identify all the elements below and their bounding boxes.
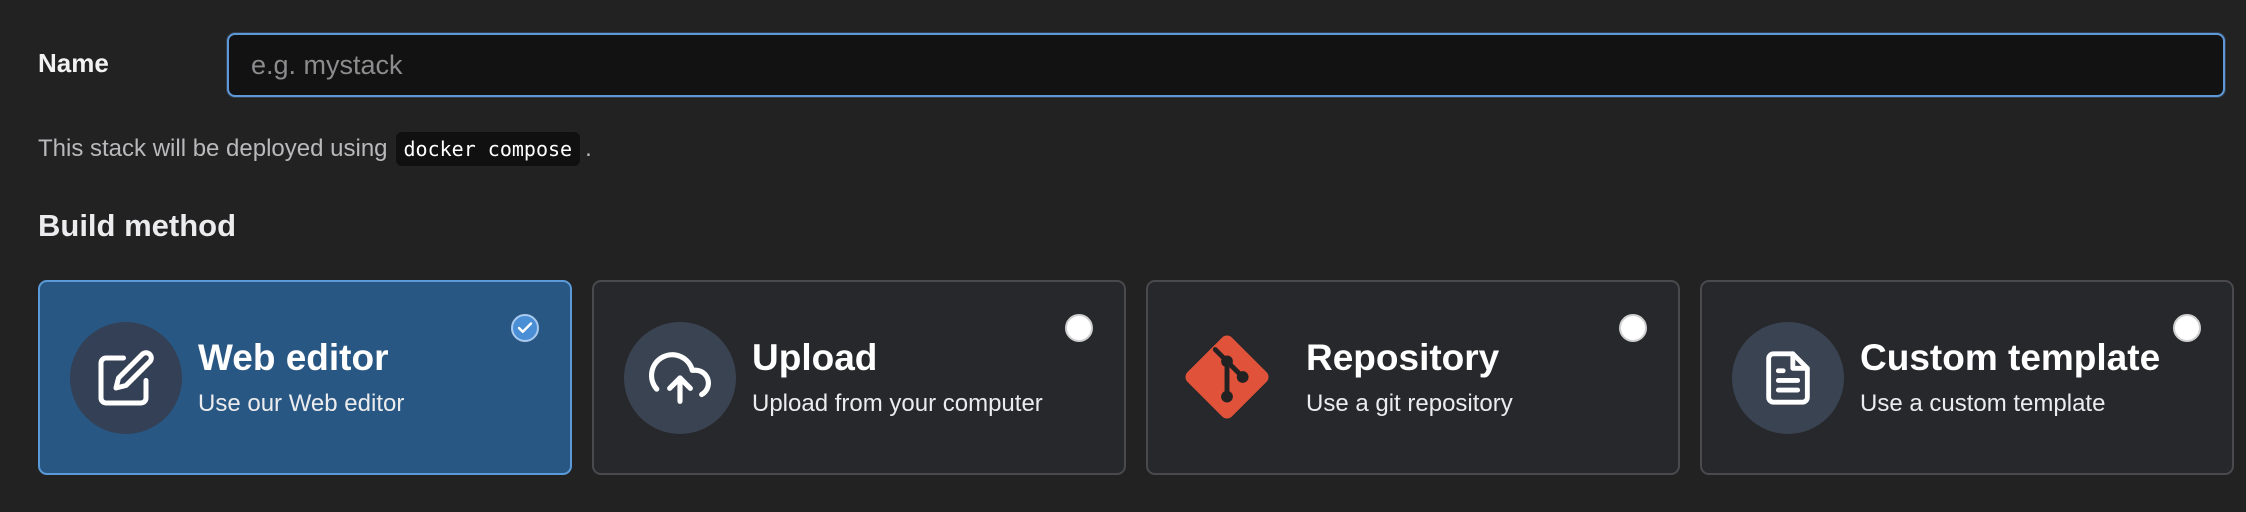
option-custom-template-radio[interactable] bbox=[2173, 314, 2201, 342]
option-repository-radio[interactable] bbox=[1619, 314, 1647, 342]
option-repository[interactable]: Repository Use a git repository bbox=[1146, 280, 1680, 475]
option-upload-description: Upload from your computer bbox=[752, 390, 1043, 417]
option-custom-template-title: Custom template bbox=[1860, 337, 2161, 378]
deploy-hint-code: docker compose bbox=[395, 132, 581, 166]
option-custom-template-description: Use a custom template bbox=[1860, 390, 2106, 417]
build-method-title: Build method bbox=[38, 208, 237, 243]
deploy-hint-text: This stack will be deployed using bbox=[38, 135, 388, 162]
stack-form: Name This stack will be deployed using d… bbox=[0, 0, 2246, 512]
check-icon bbox=[517, 322, 533, 333]
option-repository-description: Use a git repository bbox=[1306, 390, 1513, 417]
git-icon bbox=[1178, 328, 1276, 426]
deploy-hint: This stack will be deployed using docker… bbox=[38, 132, 592, 166]
option-repository-title: Repository bbox=[1306, 337, 1500, 378]
option-custom-template[interactable]: Custom template Use a custom template bbox=[1700, 280, 2234, 475]
cloud-upload-icon bbox=[624, 322, 736, 434]
deploy-hint-suffix: . bbox=[585, 135, 592, 162]
option-web-editor-title: Web editor bbox=[198, 337, 389, 378]
name-input[interactable] bbox=[227, 33, 2225, 97]
option-web-editor[interactable]: Web editor Use our Web editor bbox=[38, 280, 572, 475]
name-label: Name bbox=[38, 48, 109, 78]
option-upload[interactable]: Upload Upload from your computer bbox=[592, 280, 1126, 475]
option-upload-title: Upload bbox=[752, 337, 878, 378]
option-upload-radio[interactable] bbox=[1065, 314, 1093, 342]
option-web-editor-description: Use our Web editor bbox=[198, 390, 405, 417]
option-web-editor-radio[interactable] bbox=[511, 314, 539, 342]
edit-icon bbox=[70, 322, 182, 434]
file-text-icon bbox=[1732, 322, 1844, 434]
